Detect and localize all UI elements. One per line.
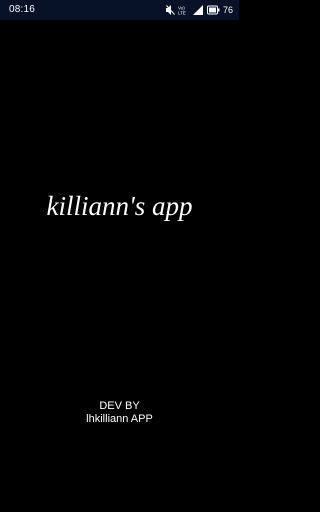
- dev-credit: DEV BY lhkilliann APP: [0, 400, 239, 426]
- battery-percent: 76: [222, 5, 233, 15]
- dev-name: lhkilliann APP: [86, 413, 153, 425]
- app-title: killiann's app: [46, 191, 193, 221]
- volte-icon: Vo) LTE: [178, 5, 190, 16]
- status-icons: Vo) LTE 76: [165, 4, 233, 16]
- battery-icon: [206, 5, 220, 15]
- svg-text:LTE: LTE: [178, 11, 186, 16]
- dev-by-label: DEV BY: [99, 400, 140, 412]
- lte-signal-icon: [192, 5, 204, 15]
- mute-icon: [165, 5, 175, 15]
- status-time: 08:16: [9, 4, 36, 15]
- status-bar: 08:16 Vo) LTE 76: [0, 0, 239, 20]
